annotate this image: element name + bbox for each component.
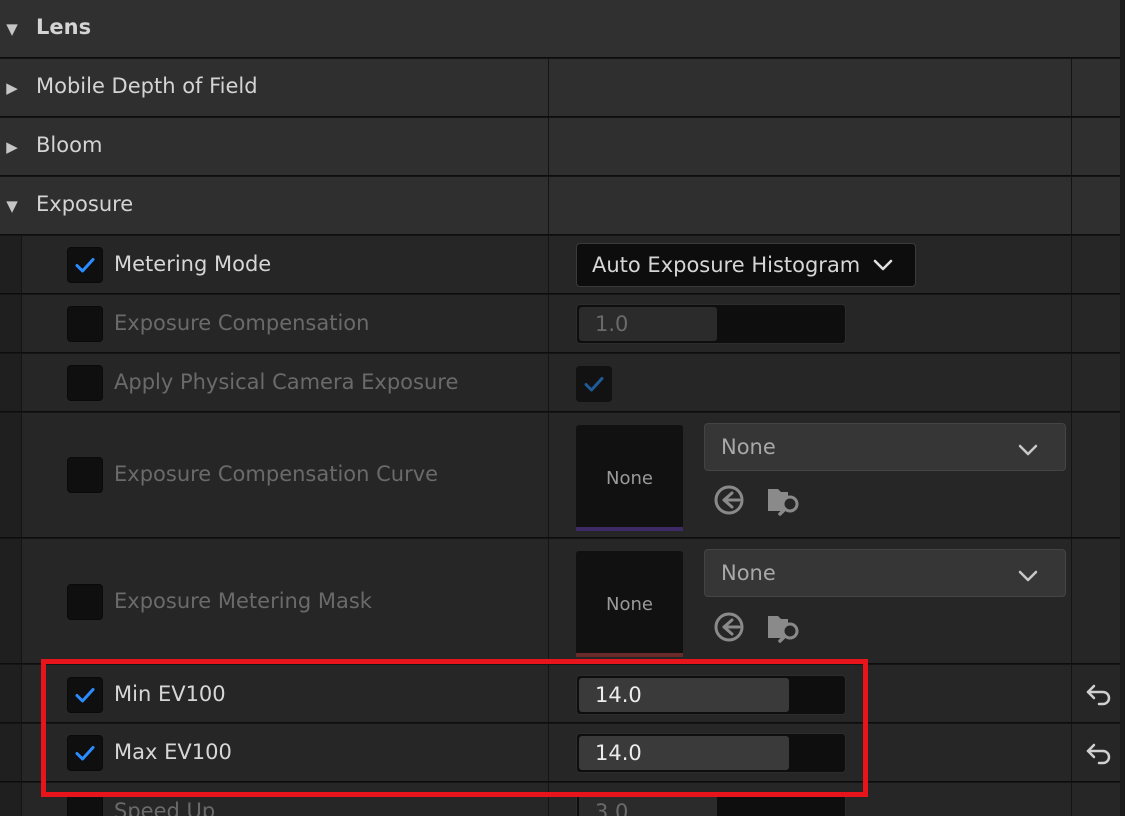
- name-cell: Max EV100: [0, 724, 547, 781]
- override-checkbox-max-ev100[interactable]: [67, 735, 103, 771]
- metering-mode-value: Auto Exposure Histogram: [592, 253, 861, 277]
- asset-picker-value: None: [721, 435, 776, 459]
- use-selected-asset-icon[interactable]: [712, 610, 746, 648]
- property-row-exposure-metering-mask: Exposure Metering Mask None None: [0, 539, 1120, 664]
- expand-arrow-right-icon[interactable]: ▶: [2, 78, 22, 98]
- reset-cell: [1071, 783, 1120, 816]
- browse-asset-icon[interactable]: [766, 610, 802, 648]
- name-cell: ▶ Bloom: [0, 118, 547, 175]
- reset-cell: [1071, 118, 1120, 175]
- max-ev100-input[interactable]: 14.0: [576, 733, 846, 773]
- asset-picker-value: None: [721, 561, 776, 585]
- min-ev100-input[interactable]: 14.0: [576, 675, 846, 715]
- exposure-compensation-input[interactable]: 1.0: [576, 304, 846, 344]
- property-label-exposure-compensation-curve: Exposure Compensation Curve: [114, 462, 439, 486]
- asset-thumbnail-curve[interactable]: None: [576, 425, 683, 531]
- property-label-exposure-compensation: Exposure Compensation: [114, 311, 370, 335]
- category-label-lens: Lens: [36, 15, 92, 39]
- property-label-min-ev100: Min EV100: [114, 682, 226, 706]
- property-row-apply-physical-camera-exposure: Apply Physical Camera Exposure: [0, 354, 1120, 412]
- property-label-max-ev100: Max EV100: [114, 740, 232, 764]
- override-checkbox-metering-mode[interactable]: [67, 247, 103, 283]
- override-checkbox-min-ev100[interactable]: [67, 677, 103, 713]
- property-label-apply-physical-camera-exposure: Apply Physical Camera Exposure: [114, 370, 459, 394]
- asset-thumbnail-mask[interactable]: None: [576, 551, 683, 657]
- reset-cell: [1071, 354, 1120, 411]
- checkmark-icon: [75, 746, 95, 761]
- asset-actions: [712, 610, 802, 648]
- expand-arrow-right-icon[interactable]: ▶: [2, 137, 22, 157]
- category-label-exposure: Exposure: [36, 192, 134, 216]
- reset-to-default-icon[interactable]: [1085, 739, 1113, 767]
- value-cell: [548, 177, 1070, 234]
- category-exposure[interactable]: ▼ Exposure: [0, 177, 1120, 235]
- name-cell: Apply Physical Camera Exposure: [0, 354, 547, 411]
- min-ev100-value: 14.0: [595, 683, 642, 707]
- asset-actions: [712, 483, 802, 521]
- checkmark-icon: [75, 688, 95, 703]
- name-cell: ▼ Exposure: [0, 177, 547, 234]
- name-cell: Exposure Metering Mask: [0, 539, 547, 663]
- use-selected-asset-icon[interactable]: [712, 483, 746, 521]
- category-label-mobile-dof: Mobile Depth of Field: [36, 74, 258, 98]
- override-checkbox-exposure-compensation-curve[interactable]: [67, 457, 103, 493]
- property-row-max-ev100: Max EV100 14.0: [0, 724, 1120, 782]
- browse-asset-icon[interactable]: [766, 483, 802, 521]
- property-row-exposure-compensation: Exposure Compensation 1.0: [0, 295, 1120, 353]
- property-row-exposure-compensation-curve: Exposure Compensation Curve None None: [0, 413, 1120, 538]
- property-row-speed-up: Speed Up 3.0: [0, 783, 1120, 816]
- property-label-exposure-metering-mask: Exposure Metering Mask: [114, 589, 372, 613]
- category-lens[interactable]: ▼ Lens: [0, 0, 1120, 58]
- property-row-min-ev100: Min EV100 14.0: [0, 665, 1120, 723]
- property-label-metering-mode: Metering Mode: [114, 252, 272, 276]
- thumbnail-label: None: [606, 593, 653, 615]
- speed-up-input[interactable]: 3.0: [576, 792, 846, 816]
- expand-arrow-down-icon[interactable]: ▼: [2, 196, 22, 216]
- name-cell: Exposure Compensation: [0, 295, 547, 352]
- thumbnail-label: None: [606, 467, 653, 489]
- reset-cell: [1071, 177, 1120, 234]
- value-cell: [548, 59, 1070, 116]
- override-checkbox-exposure-metering-mask[interactable]: [67, 584, 103, 620]
- reset-cell: [1071, 413, 1120, 537]
- category-bloom[interactable]: ▶ Bloom: [0, 118, 1120, 176]
- curve-asset-picker[interactable]: None: [704, 423, 1066, 471]
- chevron-down-icon: [1017, 564, 1039, 588]
- mask-asset-picker[interactable]: None: [704, 549, 1066, 597]
- checkmark-icon: [584, 377, 604, 392]
- max-ev100-value: 14.0: [595, 741, 642, 765]
- reset-cell: [1071, 295, 1120, 352]
- apply-physical-camera-exposure-checkbox[interactable]: [576, 366, 612, 402]
- reset-cell: [1071, 236, 1120, 293]
- value-cell: [548, 354, 1070, 411]
- category-mobile-depth-of-field[interactable]: ▶ Mobile Depth of Field: [0, 59, 1120, 117]
- override-checkbox-apply-physical-camera-exposure[interactable]: [67, 365, 103, 401]
- reset-cell: [1071, 539, 1120, 663]
- chevron-down-icon: [872, 258, 894, 272]
- override-checkbox-exposure-compensation[interactable]: [67, 306, 103, 342]
- reset-to-default-icon[interactable]: [1085, 680, 1113, 708]
- asset-type-bar: [576, 527, 683, 531]
- name-cell: Min EV100: [0, 665, 547, 722]
- name-cell: Exposure Compensation Curve: [0, 413, 547, 537]
- metering-mode-dropdown[interactable]: Auto Exposure Histogram: [576, 243, 916, 287]
- category-label-bloom: Bloom: [36, 133, 103, 157]
- scrollbar-track[interactable]: [1120, 0, 1125, 816]
- checkmark-icon: [75, 258, 95, 273]
- override-checkbox-speed-up[interactable]: [67, 794, 103, 816]
- property-label-speed-up: Speed Up: [114, 799, 216, 816]
- speed-up-value: 3.0: [595, 800, 629, 816]
- details-panel: ▼ Lens ▶ Mobile Depth of Field ▶ Bloom ▼…: [0, 0, 1125, 816]
- name-cell: ▶ Mobile Depth of Field: [0, 59, 547, 116]
- name-cell: Metering Mode: [0, 236, 547, 293]
- asset-type-bar: [576, 653, 683, 657]
- reset-cell: [1071, 59, 1120, 116]
- expand-arrow-down-icon[interactable]: ▼: [2, 19, 22, 39]
- value-cell: [548, 118, 1070, 175]
- chevron-down-icon: [1017, 438, 1039, 462]
- property-row-metering-mode: Metering Mode Auto Exposure Histogram: [0, 236, 1120, 294]
- exposure-compensation-value: 1.0: [595, 312, 629, 336]
- name-cell: Speed Up: [0, 783, 547, 816]
